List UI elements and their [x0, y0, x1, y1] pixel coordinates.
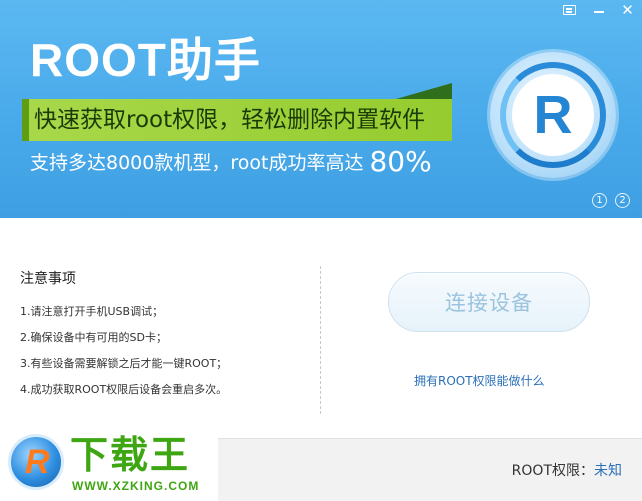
header-banner: ✕ ROOT助手 快速获取root权限，轻松删除内置软件 支持多达8000款机型…: [0, 0, 642, 218]
close-icon: ✕: [621, 1, 634, 19]
note-item-3: 3.有些设备需要解锁之后才能一键ROOT；: [20, 357, 228, 370]
root-status-label: ROOT权限：: [511, 463, 594, 479]
band-arrow-decoration: [396, 83, 452, 99]
root-status-value: 未知: [594, 463, 622, 479]
app-title: ROOT助手: [30, 34, 261, 86]
window-controls: ✕: [555, 0, 642, 20]
note-item-1: 1.请注意打开手机USB调试；: [20, 305, 164, 318]
slogan-line-1: 快速获取root权限，轻松删除内置软件: [34, 107, 426, 133]
root-status: ROOT权限：未知: [512, 460, 622, 480]
watermark-name: 下载王: [70, 433, 191, 477]
section-divider: [320, 266, 321, 414]
close-button[interactable]: ✕: [613, 0, 642, 20]
success-rate: 80%: [369, 145, 432, 178]
minimize-button[interactable]: [584, 0, 613, 20]
root-logo-icon: R: [512, 74, 594, 156]
skin-button[interactable]: [555, 0, 584, 20]
slogan-line-2: 支持多达8000款机型，root成功率高达 80%: [30, 146, 432, 178]
pager-dot-1[interactable]: 1: [592, 193, 607, 208]
pager-dot-2[interactable]: 2: [615, 193, 630, 208]
connect-device-button[interactable]: 连接设备: [388, 272, 590, 332]
minimize-icon: [593, 11, 604, 13]
note-item-2: 2.确保设备中有可用的SD卡；: [20, 331, 167, 344]
banner-pager: 1 2: [592, 193, 630, 208]
note-item-4: 4.成功获取ROOT权限后设备会重启多次。: [20, 383, 228, 396]
slogan-line-2-text: 支持多达8000款机型，root成功率高达: [30, 152, 364, 174]
skin-icon: [563, 5, 576, 15]
watermark-logo-icon: [8, 434, 64, 490]
root-benefits-link[interactable]: 拥有ROOT权限能做什么: [414, 372, 545, 389]
notes-title: 注意事项: [20, 271, 76, 287]
watermark-url: WWW.XZKING.COM: [72, 479, 200, 493]
